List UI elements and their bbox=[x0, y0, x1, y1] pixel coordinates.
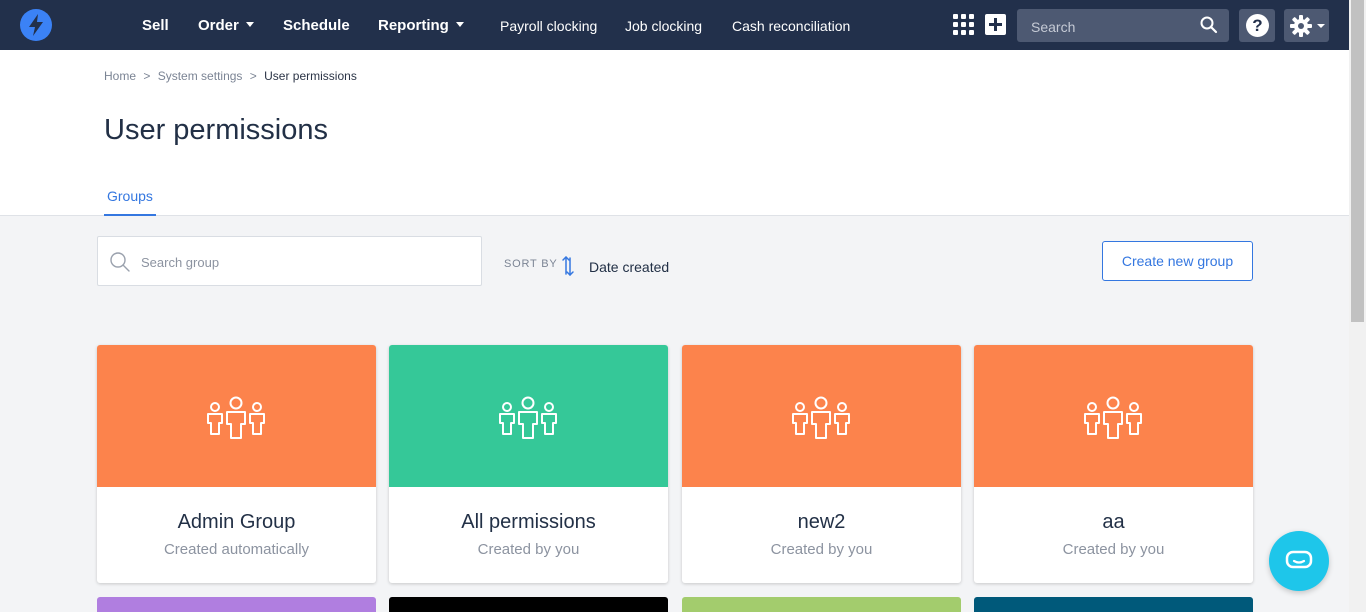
group-name: new2 bbox=[797, 511, 846, 533]
breadcrumb-separator: > bbox=[249, 69, 257, 83]
group-card[interactable]: new2 Created by you bbox=[682, 345, 961, 583]
chevron-down-icon bbox=[245, 22, 254, 27]
group-search-input[interactable]: Search group bbox=[97, 236, 482, 286]
group-card-banner bbox=[682, 345, 961, 487]
page-title: User permissions bbox=[104, 114, 328, 146]
search-input[interactable]: Search bbox=[1017, 9, 1229, 42]
chevron-down-icon bbox=[455, 22, 464, 27]
breadcrumb: Home > System settings > User permission… bbox=[104, 69, 357, 83]
breadcrumb-current: User permissions bbox=[264, 69, 357, 83]
nav-schedule[interactable]: Schedule bbox=[283, 0, 350, 50]
group-card-partial[interactable] bbox=[682, 597, 961, 612]
chat-button[interactable] bbox=[1269, 531, 1329, 591]
group-subtitle: Created by you bbox=[477, 541, 580, 558]
sort-icon[interactable] bbox=[560, 254, 576, 278]
gear-icon bbox=[1290, 15, 1312, 37]
help-button[interactable]: ? bbox=[1239, 9, 1275, 42]
group-name: All permissions bbox=[461, 511, 596, 533]
group-subtitle: Created by you bbox=[1062, 541, 1165, 558]
nav-job-clocking[interactable]: Job clocking bbox=[625, 0, 702, 50]
group-subtitle: Created by you bbox=[770, 541, 873, 558]
group-card-banner bbox=[97, 345, 376, 487]
nav-reporting[interactable]: Reporting bbox=[378, 0, 464, 50]
group-card-partial[interactable] bbox=[97, 597, 376, 612]
group-card-partial[interactable] bbox=[389, 597, 668, 612]
add-icon[interactable] bbox=[985, 14, 1006, 35]
group-card-banner bbox=[974, 345, 1253, 487]
nav-payroll-clocking[interactable]: Payroll clocking bbox=[500, 0, 597, 50]
group-people-icon bbox=[207, 396, 265, 439]
scrollbar-thumb[interactable] bbox=[1351, 0, 1364, 322]
search-placeholder: Search bbox=[1031, 19, 1076, 35]
group-card-partial[interactable] bbox=[974, 597, 1253, 612]
breadcrumb-system-settings[interactable]: System settings bbox=[158, 69, 243, 83]
group-people-icon bbox=[792, 396, 850, 439]
logo-icon[interactable] bbox=[20, 9, 52, 41]
apps-grid-icon[interactable] bbox=[953, 14, 974, 35]
sort-by-label: SORT BY bbox=[504, 258, 558, 270]
page-scrollbar[interactable] bbox=[1349, 0, 1366, 612]
group-people-icon bbox=[1084, 396, 1142, 439]
nav-order[interactable]: Order bbox=[198, 0, 254, 50]
group-search-placeholder: Search group bbox=[141, 255, 220, 270]
group-people-icon bbox=[499, 396, 557, 439]
tab-groups[interactable]: Groups bbox=[104, 188, 156, 216]
search-icon bbox=[1200, 16, 1218, 34]
top-nav-bar: Sell Order Schedule Reporting Payroll cl… bbox=[0, 0, 1349, 50]
settings-button[interactable] bbox=[1284, 9, 1329, 42]
breadcrumb-home[interactable]: Home bbox=[104, 69, 136, 83]
nav-sell[interactable]: Sell bbox=[142, 0, 169, 50]
breadcrumb-separator: > bbox=[143, 69, 151, 83]
chat-icon bbox=[1285, 550, 1313, 569]
group-card-banner bbox=[389, 345, 668, 487]
nav-cash-reconciliation[interactable]: Cash reconciliation bbox=[732, 0, 850, 50]
group-name: aa bbox=[1102, 511, 1125, 533]
group-card[interactable]: All permissions Created by you bbox=[389, 345, 668, 583]
group-name: Admin Group bbox=[177, 511, 296, 533]
page-header: Home > System settings > User permission… bbox=[0, 50, 1349, 216]
group-card[interactable]: Admin Group Created automatically bbox=[97, 345, 376, 583]
help-icon: ? bbox=[1246, 14, 1269, 37]
group-subtitle: Created automatically bbox=[163, 541, 310, 558]
sort-value-dropdown[interactable]: Date created bbox=[589, 259, 669, 275]
search-icon bbox=[110, 252, 130, 272]
chevron-down-icon bbox=[1317, 24, 1325, 28]
create-new-group-button[interactable]: Create new group bbox=[1102, 241, 1253, 281]
group-card[interactable]: aa Created by you bbox=[974, 345, 1253, 583]
